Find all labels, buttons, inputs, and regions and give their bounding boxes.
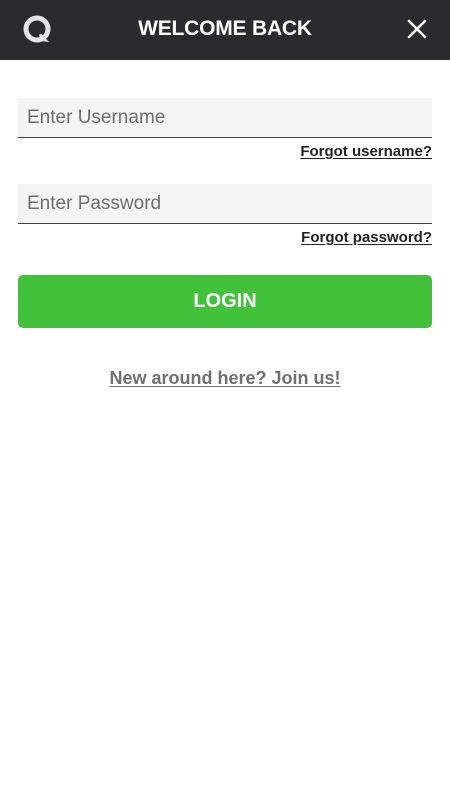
forgot-username-link[interactable]: Forgot username? <box>300 143 432 160</box>
password-input[interactable] <box>18 184 432 224</box>
login-button[interactable]: LOGIN <box>18 275 432 328</box>
forgot-password-link[interactable]: Forgot password? <box>301 229 432 246</box>
join-link[interactable]: New around here? Join us! <box>109 368 340 388</box>
close-icon[interactable] <box>402 14 432 44</box>
page-title: WELCOME BACK <box>138 17 312 40</box>
username-input[interactable] <box>18 98 432 138</box>
brand-logo-icon <box>23 15 53 45</box>
join-section: New around here? Join us! <box>0 368 450 389</box>
header-bar: WELCOME BACK <box>0 0 450 60</box>
